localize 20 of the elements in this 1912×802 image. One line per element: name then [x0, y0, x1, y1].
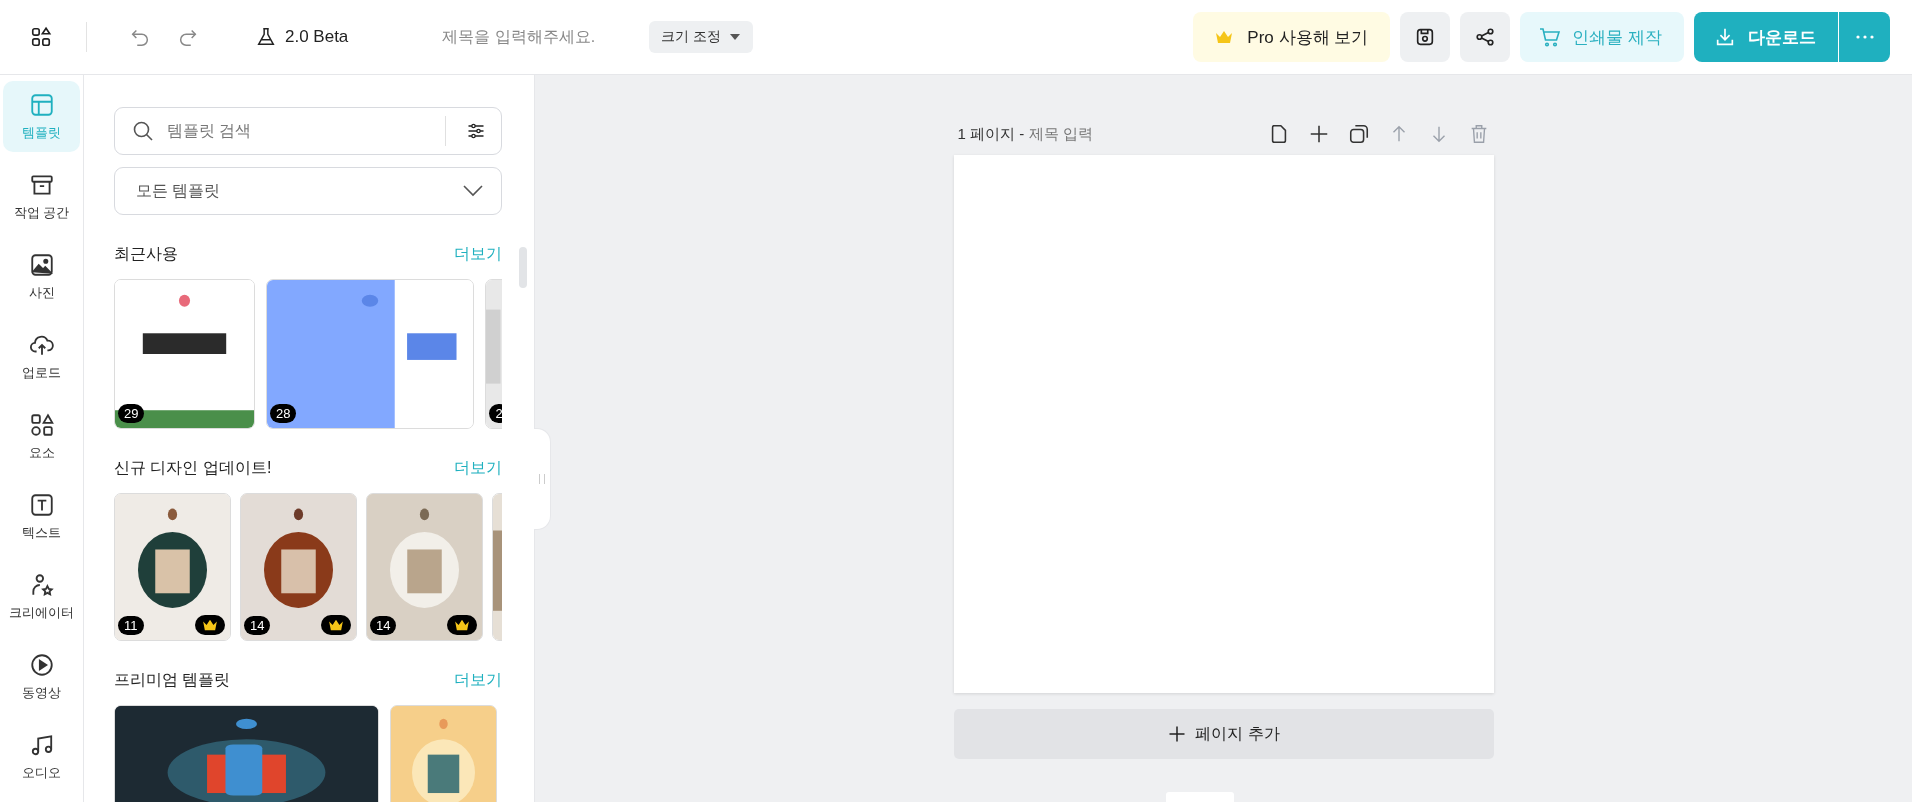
- rail-item[interactable]: 텍스트: [3, 481, 80, 552]
- page-label: 1 페이지 -: [957, 124, 1025, 144]
- rail-item[interactable]: 사진: [3, 241, 80, 312]
- page-title-field[interactable]: 제목 입력: [1029, 124, 1094, 144]
- search-bar[interactable]: 템플릿 검색: [114, 107, 502, 155]
- section-title: 신규 디자인 업데이트!: [114, 457, 272, 478]
- resize-button[interactable]: 크기 조정: [649, 21, 754, 53]
- section-title: 프리미엄 템플릿: [114, 669, 231, 690]
- rail-item[interactable]: 업로드: [3, 321, 80, 392]
- rail-item[interactable]: 오디오: [3, 721, 80, 792]
- category-dropdown[interactable]: 모든 템플릿: [114, 167, 502, 215]
- rail-item[interactable]: 동영상: [3, 641, 80, 712]
- rail-item[interactable]: 크리에이터: [3, 561, 80, 632]
- rail-item[interactable]: 작업 공간: [3, 161, 80, 232]
- section-title: 최근사용: [114, 243, 178, 264]
- rail-item[interactable]: 요소: [3, 401, 80, 472]
- version-label: 2.0 Beta: [285, 27, 349, 47]
- title-field[interactable]: 제목을 입력해주세요.: [440, 27, 635, 47]
- pro-trial-button[interactable]: Pro 사용해 보기: [1193, 12, 1391, 62]
- add-page-button[interactable]: 페이지 추가: [953, 709, 1494, 759]
